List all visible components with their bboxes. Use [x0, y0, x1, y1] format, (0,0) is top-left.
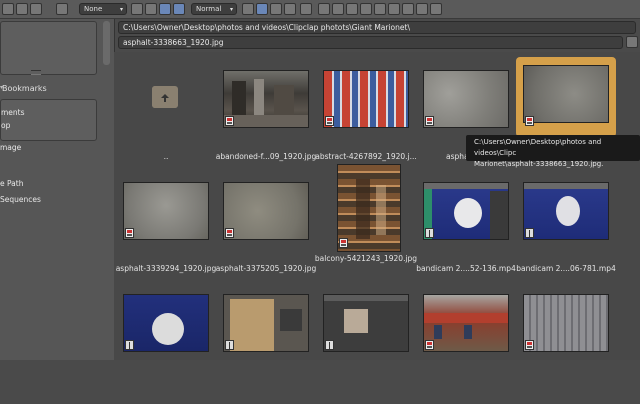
thumbnail-video	[123, 294, 209, 352]
folder-icon[interactable]	[56, 3, 68, 15]
filter-toggle-button[interactable]	[300, 3, 312, 15]
filter-backup-icon[interactable]	[346, 3, 358, 15]
folder-up-icon	[152, 86, 178, 108]
sidebar-item[interactable]: Sequences	[0, 195, 41, 204]
file-path-tooltip: C:\Users\Owner\Desktop\photos and videos…	[466, 135, 640, 168]
movie-file-icon	[125, 340, 134, 350]
image-file-icon	[339, 238, 348, 248]
filter-script-icon[interactable]	[388, 3, 400, 15]
filter-blend-icon[interactable]	[332, 3, 344, 15]
bookmarks-header[interactable]: ▾ Bookmarks	[0, 84, 100, 98]
file-item[interactable]: bandicam 2....52-136.mp4	[416, 174, 516, 292]
bookmarks-label: Bookmarks	[2, 84, 47, 93]
system-section	[0, 21, 97, 75]
filter-sound-icon[interactable]	[416, 3, 428, 15]
file-item[interactable]	[316, 286, 416, 404]
thumbnail-size-dropdown[interactable]: Normal ▾	[191, 3, 237, 15]
refresh-button[interactable]	[16, 3, 28, 15]
thumbnail-size-value: Normal	[196, 5, 222, 13]
sort-dropdown[interactable]: None ▾	[79, 3, 127, 15]
file-name: bandicam 2....06-781.mp4	[516, 264, 616, 273]
tooltip-line: Marionet\asphalt-3338663_1920.jpg.	[474, 160, 604, 168]
image-file-icon	[525, 116, 534, 126]
file-grid: .. abandoned-f...09_1920.jpg abstract-42…	[114, 52, 640, 360]
sort-extension-button[interactable]	[256, 3, 268, 15]
movie-file-icon	[425, 228, 434, 238]
file-item[interactable]: asphalt-3339294_1920.jpg	[116, 174, 216, 292]
image-file-icon	[425, 340, 434, 350]
file-browser-sidebar: ▾ Bookmarks ments op mage e Path Sequenc…	[0, 19, 115, 360]
display-detail-button[interactable]	[145, 3, 157, 15]
filter-text-icon[interactable]	[430, 3, 442, 15]
thumbnail-video	[523, 182, 609, 240]
filter-movie-icon[interactable]	[374, 3, 386, 15]
file-name: abandoned-f...09_1920.jpg	[215, 152, 317, 161]
thumbnail-image	[223, 70, 309, 128]
file-name: asphalt-3375205_1920.jpg	[215, 264, 317, 273]
file-item[interactable]	[116, 286, 216, 404]
thumbnail-video	[223, 294, 309, 352]
thumbnail-image	[423, 294, 509, 352]
sidebar-item[interactable]: mage	[0, 143, 21, 152]
filter-image-icon[interactable]	[360, 3, 372, 15]
display-thumbnail-button[interactable]	[159, 3, 171, 15]
filter-font-icon[interactable]	[402, 3, 414, 15]
file-item[interactable]: asphalt-3375205_1920.jpg	[216, 174, 316, 292]
sidebar-scrollbar[interactable]	[103, 21, 110, 65]
thumbnail-video	[323, 294, 409, 352]
tooltip-line: C:\Users\Owner\Desktop\photos and videos…	[474, 138, 602, 157]
file-item[interactable]	[216, 286, 316, 404]
image-file-icon	[425, 116, 434, 126]
file-item[interactable]: bandicam 2....06-781.mp4	[516, 174, 616, 292]
file-item-parent[interactable]: ..	[116, 62, 216, 180]
file-name: abstract-4267892_1920.j...	[315, 152, 417, 161]
image-file-icon	[225, 116, 234, 126]
new-folder-button[interactable]	[30, 3, 42, 15]
thumbnail-video	[423, 182, 509, 240]
file-item[interactable]: abandoned-f...09_1920.jpg	[216, 62, 316, 180]
sort-time-button[interactable]	[270, 3, 282, 15]
file-item[interactable]	[416, 286, 516, 404]
filter-folder-icon[interactable]	[318, 3, 330, 15]
bookmark-item[interactable]: op	[1, 121, 10, 130]
movie-file-icon	[325, 340, 334, 350]
bookmarks-section: ments op	[0, 99, 97, 141]
file-item[interactable]: balcony-5421243_1920.jpg	[315, 164, 417, 282]
image-file-icon	[125, 228, 134, 238]
sidebar-item[interactable]: e Path	[0, 179, 23, 188]
image-file-icon	[225, 228, 234, 238]
thumbnail-image	[323, 70, 409, 128]
increment-filename-button[interactable]	[626, 36, 638, 48]
thumbnail-image	[523, 294, 609, 352]
parent-directory-button[interactable]	[2, 3, 14, 15]
file-name: balcony-5421243_1920.jpg	[314, 254, 418, 263]
thumbnail-image	[523, 65, 609, 123]
file-name: asphalt-3339294_1920.jpg	[115, 264, 217, 273]
sort-size-button[interactable]	[284, 3, 296, 15]
file-name: ..	[163, 152, 169, 161]
file-item[interactable]: abstract-4267892_1920.j...	[315, 62, 417, 180]
directory-path-value: C:\Users\Owner\Desktop\photos and videos…	[123, 23, 410, 32]
movie-file-icon	[225, 340, 234, 350]
thumbnail-grid-icon[interactable]	[173, 3, 185, 15]
image-file-icon	[525, 340, 534, 350]
file-name: bandicam 2....52-136.mp4	[416, 264, 516, 273]
thumbnail-image	[223, 182, 309, 240]
file-item[interactable]	[516, 286, 616, 404]
directory-path-field[interactable]: C:\Users\Owner\Desktop\photos and videos…	[118, 21, 636, 34]
resize-grip[interactable]	[31, 70, 41, 75]
thumbnail-image	[423, 70, 509, 128]
filename-value: asphalt-3338663_1920.jpg	[123, 38, 224, 47]
sort-alpha-button[interactable]	[242, 3, 254, 15]
image-file-icon	[325, 116, 334, 126]
filename-field[interactable]: asphalt-3338663_1920.jpg	[118, 36, 623, 49]
sort-dropdown-value: None	[84, 5, 103, 13]
movie-file-icon	[525, 228, 534, 238]
thumbnail-image	[123, 182, 209, 240]
display-list-button[interactable]	[131, 3, 143, 15]
file-browser-toolbar: None ▾ Normal ▾	[0, 0, 640, 19]
bookmark-item[interactable]: ments	[1, 108, 25, 117]
